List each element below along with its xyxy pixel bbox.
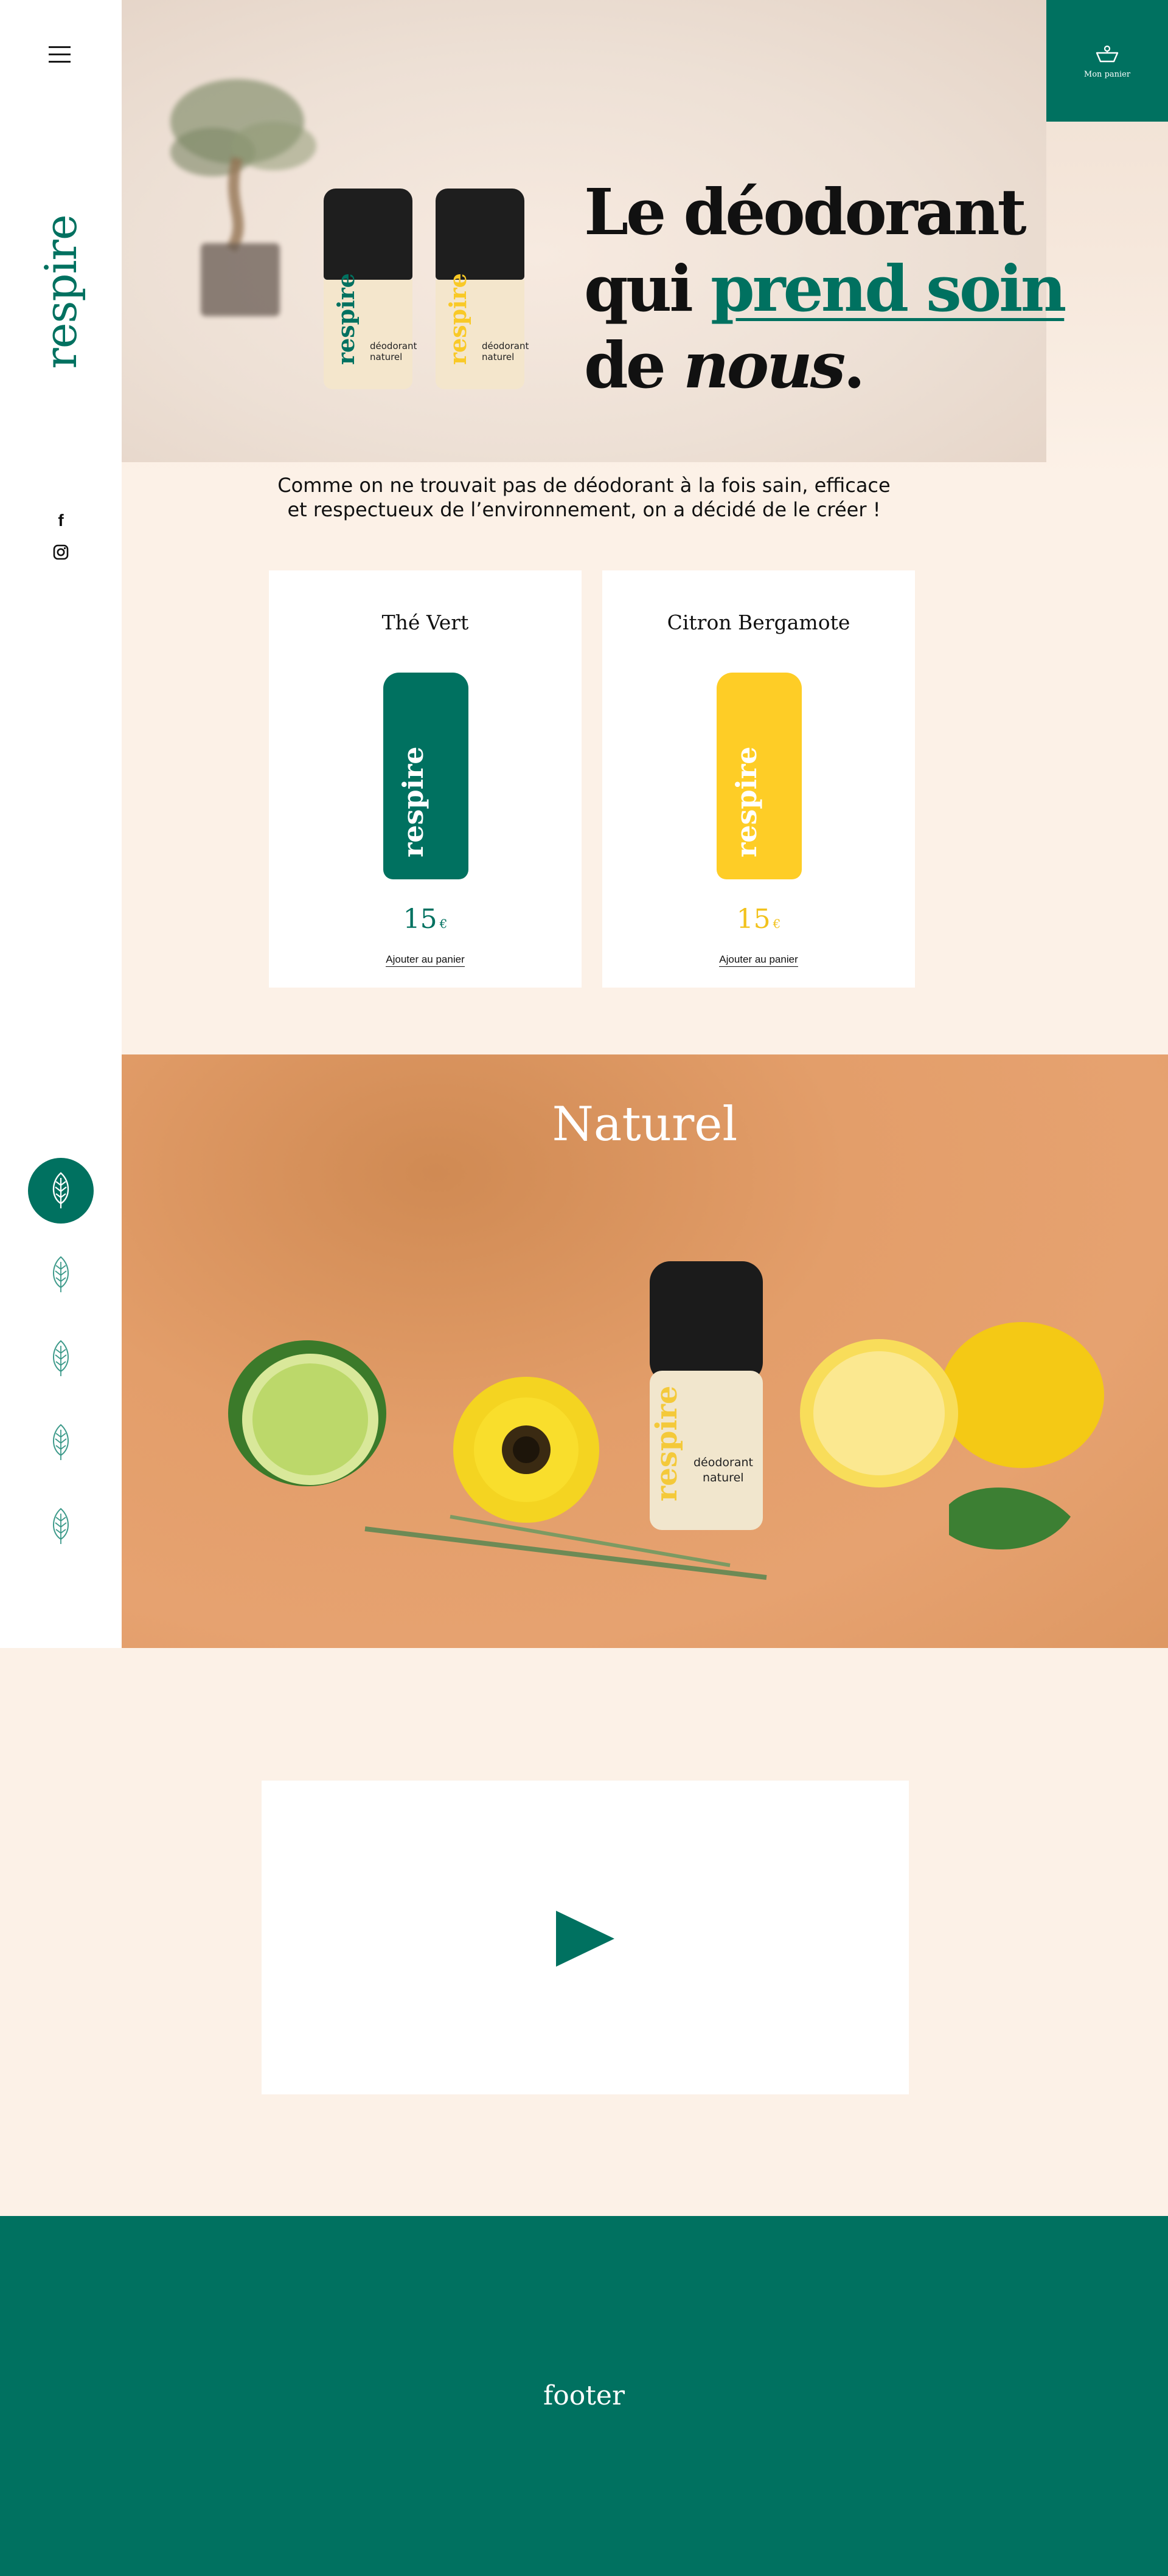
intro-text: Comme on ne trouvait pas de déodorant à …	[277, 474, 891, 521]
naturel-section: Naturel respire déodorant naturel	[122, 1054, 1168, 1648]
headline-accent: prend soin	[711, 251, 1066, 326]
jar-label-line2: naturel	[703, 1471, 744, 1484]
jar-logo: respire	[332, 273, 360, 365]
footer-text: footer	[543, 2380, 625, 2411]
leaf-icon	[53, 1508, 69, 1544]
hamburger-menu-icon[interactable]	[49, 44, 73, 66]
brand-logo[interactable]: respire	[35, 215, 86, 369]
add-to-cart-button[interactable]: Ajouter au panier	[269, 954, 582, 967]
product-price: 15 €	[403, 904, 448, 935]
jar-logo: respire	[650, 1386, 684, 1501]
instagram-icon[interactable]	[52, 544, 69, 561]
product-jar-yellow: respire déodorant naturel	[436, 189, 529, 395]
product-card-citron-bergamote[interactable]: Citron Bergamote respire 15 € Ajouter au …	[602, 570, 915, 988]
product-jar-green: respire déodorant naturel	[324, 189, 417, 395]
product-price: 15 €	[736, 904, 781, 935]
hero-headline: Le déodorant qui prend soin de nous.	[584, 175, 1066, 403]
cart-icon	[1096, 45, 1119, 62]
cart-label: Mon panier	[1083, 69, 1131, 79]
jar-label: déodorant naturel	[370, 341, 417, 362]
add-to-cart-button[interactable]: Ajouter au panier	[602, 954, 915, 967]
product-name: Citron Bergamote	[667, 611, 850, 634]
jar-label: déodorant naturel	[482, 341, 529, 362]
product-image[interactable]: respire	[717, 673, 802, 879]
leaf-icon	[53, 1424, 69, 1460]
leaf-icon	[52, 1172, 69, 1208]
plant-image	[170, 79, 316, 316]
section-nav-5[interactable]	[28, 1494, 94, 1559]
leaf-icon	[53, 1340, 69, 1376]
product-image[interactable]: respire	[383, 673, 468, 879]
sidebar: respire f	[0, 0, 122, 1648]
cart-button[interactable]: Mon panier	[1046, 0, 1168, 122]
product-card-the-vert[interactable]: Thé Vert respire 15 € Ajouter au panier	[269, 570, 582, 988]
section-nav-2[interactable]	[28, 1242, 94, 1307]
video-player[interactable]	[262, 1781, 909, 2094]
play-icon[interactable]	[556, 1911, 614, 1967]
footer: footer	[0, 2216, 1168, 2576]
section-nav-1[interactable]	[28, 1158, 94, 1224]
facebook-icon[interactable]: f	[52, 511, 69, 530]
jar-label-line1: déodorant	[693, 1456, 753, 1469]
leaf-icon	[53, 1256, 69, 1292]
product-name: Thé Vert	[381, 611, 469, 634]
section-nav-4[interactable]	[28, 1410, 94, 1475]
section-nav-3[interactable]	[28, 1326, 94, 1391]
ingredients-photo: respire déodorant naturel	[228, 1261, 1104, 1580]
jar-logo: respire	[444, 273, 471, 365]
